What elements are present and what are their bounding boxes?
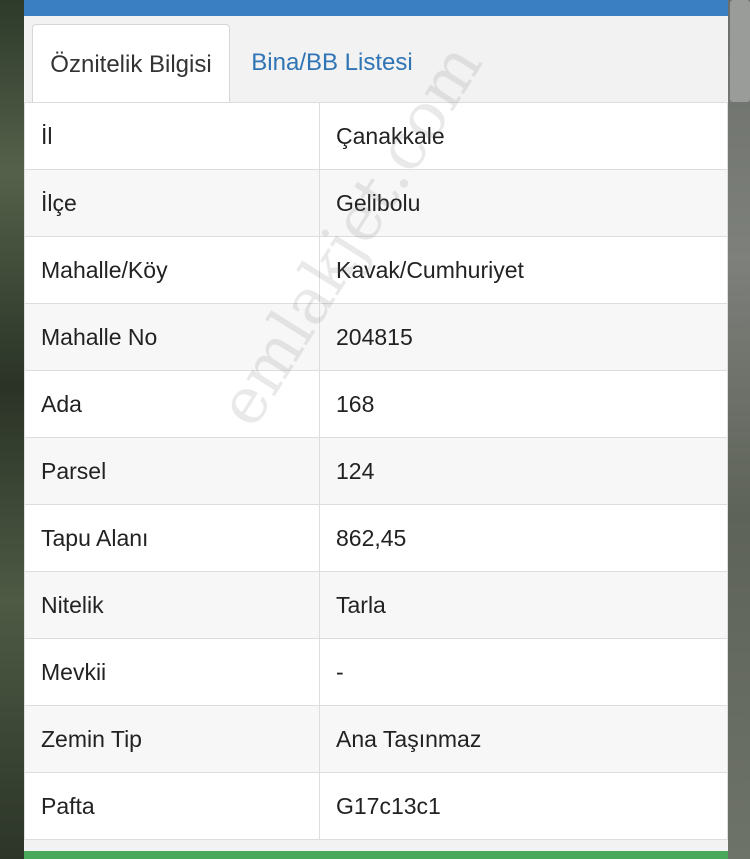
scrollbar-thumb[interactable] (730, 0, 750, 102)
table-row: Ada 168 (24, 370, 728, 438)
attribute-value: Tarla (319, 571, 728, 639)
attribute-key: Nitelik (24, 571, 320, 639)
table-row: İlçe Gelibolu (24, 169, 728, 237)
table-row: Parsel 124 (24, 437, 728, 505)
tab-bar: Öznitelik Bilgisi Bina/BB Listesi (24, 16, 728, 104)
panel-footer-bar (24, 851, 728, 859)
table-row: Mahalle No 204815 (24, 303, 728, 371)
tab-oznitelik-bilgisi[interactable]: Öznitelik Bilgisi (32, 24, 230, 104)
table-row: İl Çanakkale (24, 102, 728, 170)
attribute-value: Kavak/Cumhuriyet (319, 236, 728, 304)
table-row: Pafta G17c13c1 (24, 772, 728, 840)
attribute-key: Tapu Alanı (24, 504, 320, 572)
attribute-key: İlçe (24, 169, 320, 237)
attribute-value: Çanakkale (319, 102, 728, 170)
table-row: Zemin Tip Ana Taşınmaz (24, 705, 728, 773)
attribute-key: Mevkii (24, 638, 320, 706)
attribute-key: Ada (24, 370, 320, 438)
background-map-right (728, 0, 750, 859)
attribute-value: - (319, 638, 728, 706)
table-row: Tapu Alanı 862,45 (24, 504, 728, 572)
table-row: Nitelik Tarla (24, 571, 728, 639)
parcel-info-panel: Öznitelik Bilgisi Bina/BB Listesi İl Çan… (24, 0, 728, 859)
attribute-table: İl Çanakkale İlçe Gelibolu Mahalle/Köy K… (24, 102, 728, 840)
attribute-value: G17c13c1 (319, 772, 728, 840)
attribute-value: 862,45 (319, 504, 728, 572)
attribute-value: 124 (319, 437, 728, 505)
attribute-value: Ana Taşınmaz (319, 705, 728, 773)
attribute-key: Mahalle No (24, 303, 320, 371)
attribute-key: Mahalle/Köy (24, 236, 320, 304)
attribute-key: İl (24, 102, 320, 170)
attribute-value: 204815 (319, 303, 728, 371)
attribute-value: 168 (319, 370, 728, 438)
panel-header-bar (24, 0, 728, 16)
attribute-key: Pafta (24, 772, 320, 840)
attribute-key: Zemin Tip (24, 705, 320, 773)
attribute-value: Gelibolu (319, 169, 728, 237)
background-map-left (0, 0, 24, 859)
tab-bina-bb-listesi[interactable]: Bina/BB Listesi (236, 24, 428, 102)
table-row: Mevkii - (24, 638, 728, 706)
table-row: Mahalle/Köy Kavak/Cumhuriyet (24, 236, 728, 304)
attribute-key: Parsel (24, 437, 320, 505)
